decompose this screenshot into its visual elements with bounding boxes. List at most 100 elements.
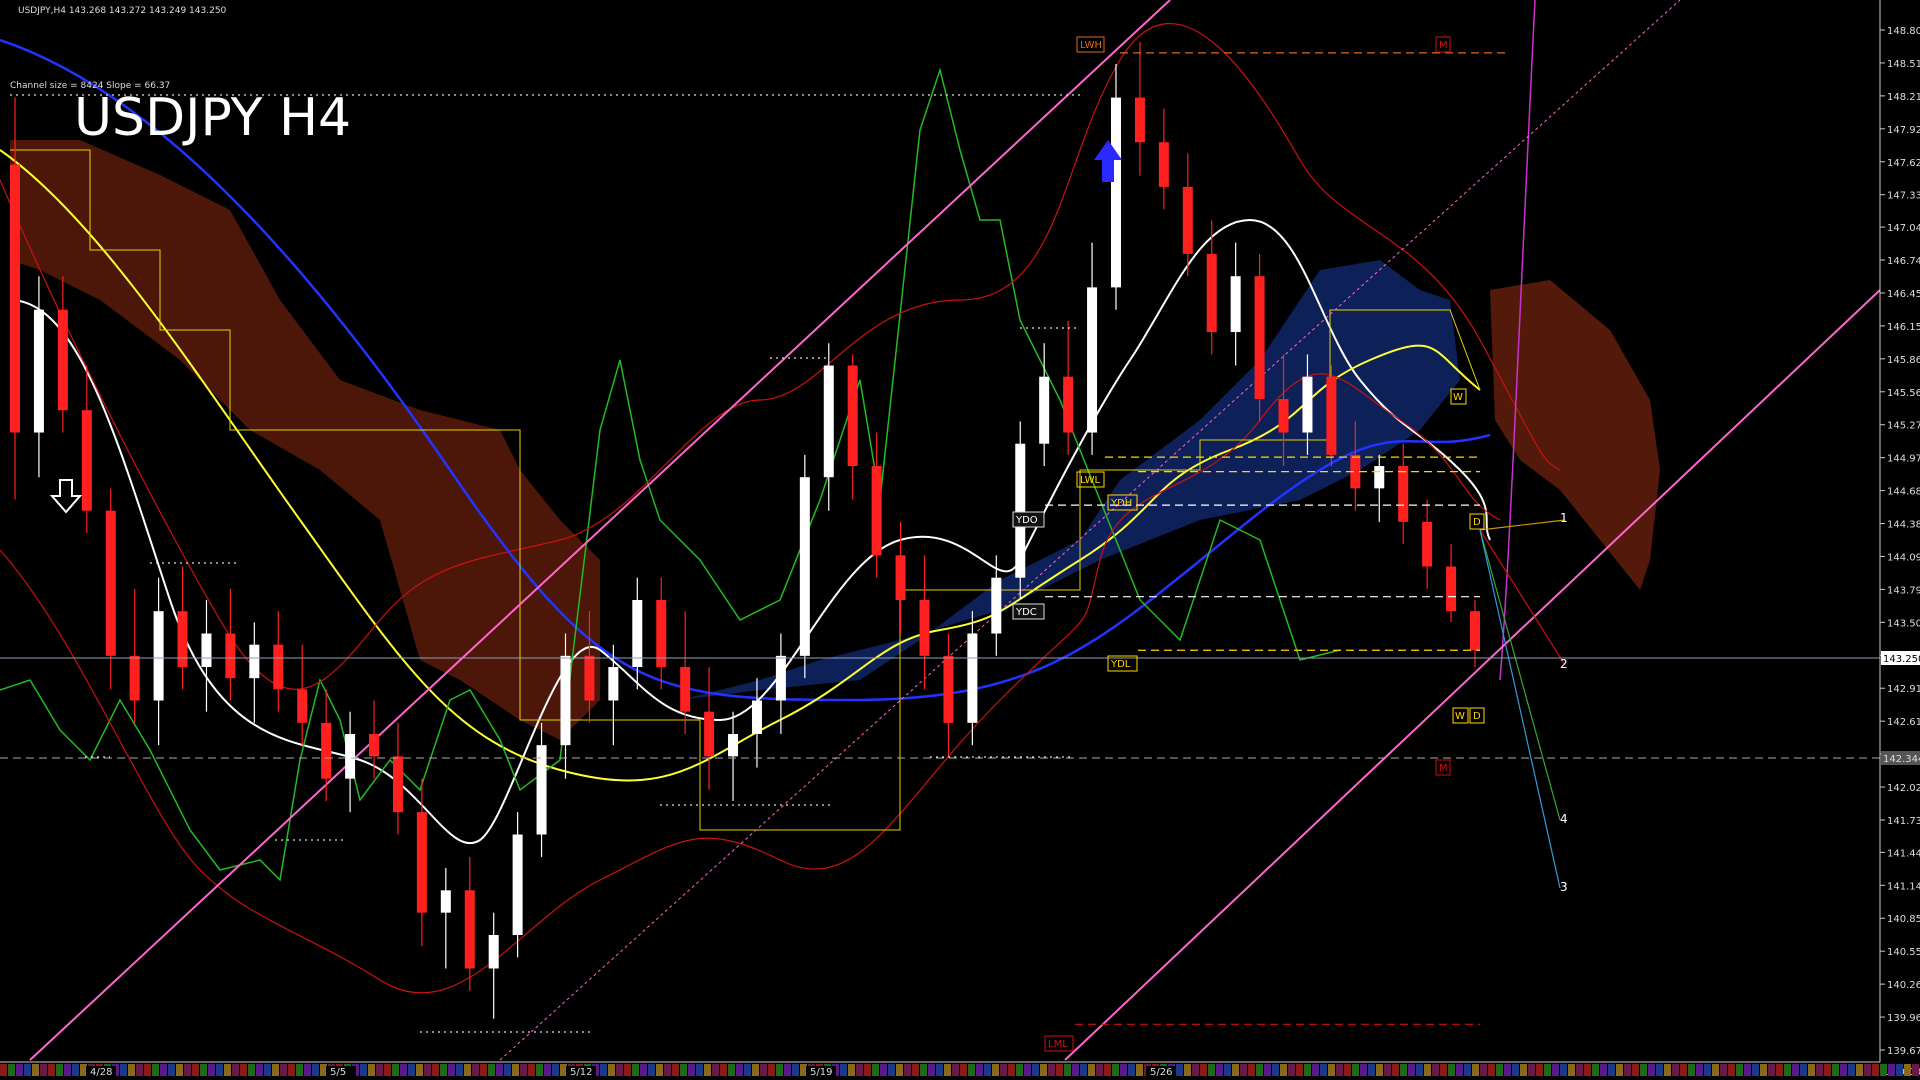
time-strip-cell — [312, 1064, 319, 1076]
candle-body — [1254, 276, 1265, 400]
candle-body — [225, 633, 236, 679]
y-tick-label: 145.860 — [1887, 355, 1920, 366]
candle-body — [1134, 97, 1145, 143]
time-strip-cell — [952, 1064, 959, 1076]
time-strip-cell — [528, 1064, 535, 1076]
time-strip-cell — [504, 1064, 511, 1076]
time-strip-cell — [512, 1064, 519, 1076]
time-strip-cell — [1368, 1064, 1375, 1076]
time-strip-cell — [216, 1064, 223, 1076]
time-strip-cell — [1880, 1064, 1887, 1076]
candle-body — [632, 600, 643, 668]
time-strip-cell — [0, 1064, 7, 1076]
candle-body — [1206, 253, 1217, 333]
time-strip-cell — [264, 1064, 271, 1076]
candle-body — [799, 477, 810, 656]
y-tick-label: 144.090 — [1887, 552, 1920, 563]
svg-text:YDC: YDC — [1015, 607, 1037, 618]
time-strip-cell — [1592, 1064, 1599, 1076]
time-strip-cell — [1672, 1064, 1679, 1076]
time-strip-cell — [912, 1064, 919, 1076]
time-strip-cell — [760, 1064, 767, 1076]
candle-body — [967, 633, 978, 723]
time-strip-cell — [1752, 1064, 1759, 1076]
time-strip-cell — [200, 1064, 207, 1076]
time-strip-cell — [1712, 1064, 1719, 1076]
candle-body — [512, 834, 523, 935]
time-strip-cell — [1208, 1064, 1215, 1076]
y-tick-label: 140.555 — [1887, 947, 1920, 958]
time-strip-cell — [1472, 1064, 1479, 1076]
time-strip-cell — [1512, 1064, 1519, 1076]
candle-body — [177, 611, 188, 668]
time-strip-cell — [1720, 1064, 1727, 1076]
candle-body — [1063, 376, 1074, 433]
time-strip-cell — [880, 1064, 887, 1076]
candle-body — [321, 722, 332, 779]
candle-body — [1302, 376, 1313, 433]
candle-body — [1374, 466, 1385, 489]
y-tick-label: 147.040 — [1887, 223, 1920, 234]
time-strip-cell — [600, 1064, 607, 1076]
time-strip-cell — [896, 1064, 903, 1076]
time-strip-cell — [240, 1064, 247, 1076]
time-strip-cell — [656, 1064, 663, 1076]
candle-body — [81, 410, 92, 511]
candle-body — [273, 644, 284, 690]
time-strip-cell — [672, 1064, 679, 1076]
time-strip-cell — [304, 1064, 311, 1076]
time-strip-cell — [1496, 1064, 1503, 1076]
time-strip-cell — [152, 1064, 159, 1076]
y-tick-label: 140.850 — [1887, 914, 1920, 925]
time-strip-cell — [1040, 1064, 1047, 1076]
ydc-label: YDC — [1012, 603, 1045, 620]
time-strip-cell — [888, 1064, 895, 1076]
candle-body — [1087, 287, 1098, 433]
y-tick-label: 144.385 — [1887, 520, 1920, 531]
candle-body — [10, 164, 20, 433]
ydo-label: YDO — [1012, 511, 1045, 528]
lwl-label: LWL — [1076, 471, 1105, 488]
y-tick-label: 141.440 — [1887, 848, 1920, 859]
time-strip-cell — [448, 1064, 455, 1076]
proj-label-2: 2 — [1560, 657, 1568, 671]
candle-body — [1326, 376, 1337, 455]
time-strip-cell — [1000, 1064, 1007, 1076]
time-strip-cell — [232, 1064, 239, 1076]
time-strip-cell — [40, 1064, 47, 1076]
y-tick-label: 143.795 — [1887, 585, 1920, 596]
time-strip-cell — [1072, 1064, 1079, 1076]
time-strip-cell — [1808, 1064, 1815, 1076]
y-tick-label: 141.145 — [1887, 881, 1920, 892]
time-strip-cell — [1520, 1064, 1527, 1076]
time-strip-cell — [224, 1064, 231, 1076]
time-strip-cell — [1328, 1064, 1335, 1076]
time-strip-cell — [1128, 1064, 1135, 1076]
time-strip-cell — [416, 1064, 423, 1076]
time-strip-cell — [1840, 1064, 1847, 1076]
time-strip-cell — [984, 1064, 991, 1076]
time-strip-cell — [1112, 1064, 1119, 1076]
time-strip-cell — [1704, 1064, 1711, 1076]
price-chart[interactable]: LWH M LWL YDH YDO YDC YDL W D W D M LML … — [0, 0, 1920, 1080]
candle-body — [201, 633, 212, 668]
time-strip-cell — [288, 1064, 295, 1076]
time-strip-cell — [1824, 1064, 1831, 1076]
x-tick-label: 5/12 — [570, 1067, 592, 1078]
time-strip-cell — [792, 1064, 799, 1076]
y-tick-label: 148.215 — [1887, 92, 1920, 103]
time-strip-cell — [1272, 1064, 1279, 1076]
time-strip-cell — [1664, 1064, 1671, 1076]
candle-body — [991, 577, 1002, 634]
time-strip-cell — [752, 1064, 759, 1076]
time-strip-cell — [1400, 1064, 1407, 1076]
candle-body — [584, 655, 595, 701]
time-strip-cell — [464, 1064, 471, 1076]
time-strip-cell — [704, 1064, 711, 1076]
time-strip-cell — [424, 1064, 431, 1076]
svg-text:LML: LML — [1048, 1039, 1068, 1050]
candle-body — [751, 700, 762, 735]
candle-body — [105, 510, 116, 656]
time-strip-cell — [1736, 1064, 1743, 1076]
time-strip-cell — [280, 1064, 287, 1076]
